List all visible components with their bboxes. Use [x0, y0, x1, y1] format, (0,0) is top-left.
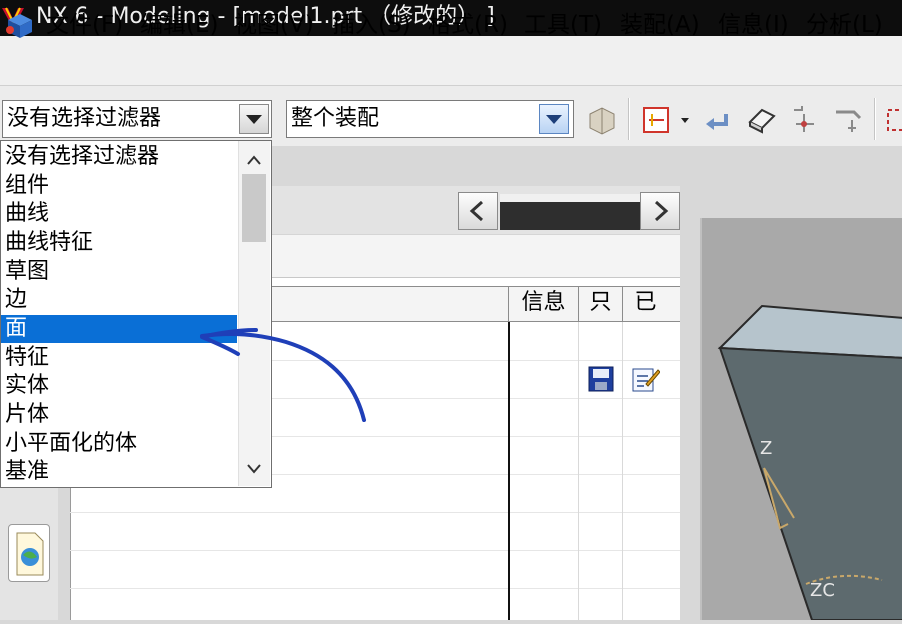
column-divider[interactable]: [508, 322, 510, 620]
filter-option-sketch[interactable]: 草图: [1, 258, 237, 286]
chevron-left-icon: [469, 200, 484, 222]
scroll-up-icon[interactable]: [238, 146, 270, 174]
menu-analysis[interactable]: 分析(L): [806, 8, 883, 42]
chevron-down-icon[interactable]: [678, 112, 692, 126]
menu-bar: [0, 36, 902, 86]
chevron-down-icon: [546, 115, 562, 124]
menu-edit[interactable]: 编辑(E): [140, 8, 218, 42]
application-menu-icon[interactable]: [4, 12, 38, 40]
filter-option-edge[interactable]: 边: [1, 286, 237, 314]
column-header-modified[interactable]: 已: [622, 286, 668, 322]
filter-option-faceted-body[interactable]: 小平面化的体: [1, 430, 237, 458]
selection-intent-icon[interactable]: [640, 100, 676, 138]
row-divider: [70, 512, 680, 513]
save-icon[interactable]: [588, 366, 614, 392]
model-view: Z ZC: [702, 218, 902, 621]
axis-label-z: Z: [760, 438, 772, 459]
scroll-right-button[interactable]: [640, 192, 680, 230]
chevron-down-icon: [246, 115, 262, 124]
navigator-scroll-track[interactable]: [500, 194, 640, 230]
select-region-icon[interactable]: [882, 100, 902, 138]
filter-option-component[interactable]: 组件: [1, 172, 237, 200]
scope-filter-value: 整个装配: [291, 106, 380, 131]
menu-info[interactable]: 信息(I): [718, 8, 789, 42]
snap-point-icon[interactable]: [786, 100, 822, 138]
graphics-window[interactable]: Z ZC: [700, 218, 902, 621]
type-filter-combo[interactable]: 没有选择过滤器: [2, 100, 272, 138]
filter-option-solid-body[interactable]: 实体: [1, 372, 237, 400]
menu-assembly[interactable]: 装配(A): [620, 8, 700, 42]
filter-option-curve[interactable]: 曲线: [1, 200, 237, 228]
point-constructor-icon[interactable]: [830, 100, 866, 138]
menu-tools[interactable]: 工具(T): [524, 8, 602, 42]
column-header-readonly[interactable]: 只: [578, 286, 622, 322]
edit-icon[interactable]: [632, 366, 661, 392]
scroll-left-button[interactable]: [458, 192, 498, 230]
filter-option-curve-feature[interactable]: 曲线特征: [1, 229, 237, 257]
menu-insert[interactable]: 插入(S): [332, 8, 411, 42]
chevron-right-icon: [654, 200, 669, 222]
scope-filter-dropdown-button[interactable]: [539, 104, 569, 134]
filter-option-face[interactable]: 面: [1, 315, 237, 343]
menu-file[interactable]: 文件(F): [46, 8, 123, 42]
type-filter-dropdown-button[interactable]: [239, 104, 269, 134]
filter-option-sheet-body[interactable]: 片体: [1, 401, 237, 429]
scroll-down-icon[interactable]: [238, 454, 270, 482]
column-divider: [578, 322, 579, 620]
type-filter-value: 没有选择过滤器: [7, 106, 162, 131]
filter-option-datum[interactable]: 基准: [1, 458, 237, 486]
axis-label-zc: ZC: [810, 580, 835, 601]
column-divider: [622, 322, 623, 620]
menu-format[interactable]: 格式(R): [428, 8, 508, 42]
filter-option-feature[interactable]: 特征: [1, 344, 237, 372]
dropdown-scroll-thumb[interactable]: [242, 174, 266, 242]
history-tab-icon[interactable]: [8, 524, 50, 582]
row-divider: [70, 588, 680, 589]
row-divider: [70, 550, 680, 551]
toolbar-separator: [874, 98, 876, 140]
assembly-filter-icon[interactable]: [584, 100, 620, 138]
column-header-info[interactable]: 信息: [508, 286, 578, 322]
toolbar-separator: [628, 98, 630, 140]
filter-option-none[interactable]: 没有选择过滤器: [1, 143, 237, 171]
menu-view[interactable]: 视图(V): [234, 8, 314, 42]
eraser-icon[interactable]: [744, 100, 780, 138]
scope-filter-combo[interactable]: 整个装配: [286, 100, 574, 138]
undo-arrow-icon[interactable]: [700, 100, 736, 138]
